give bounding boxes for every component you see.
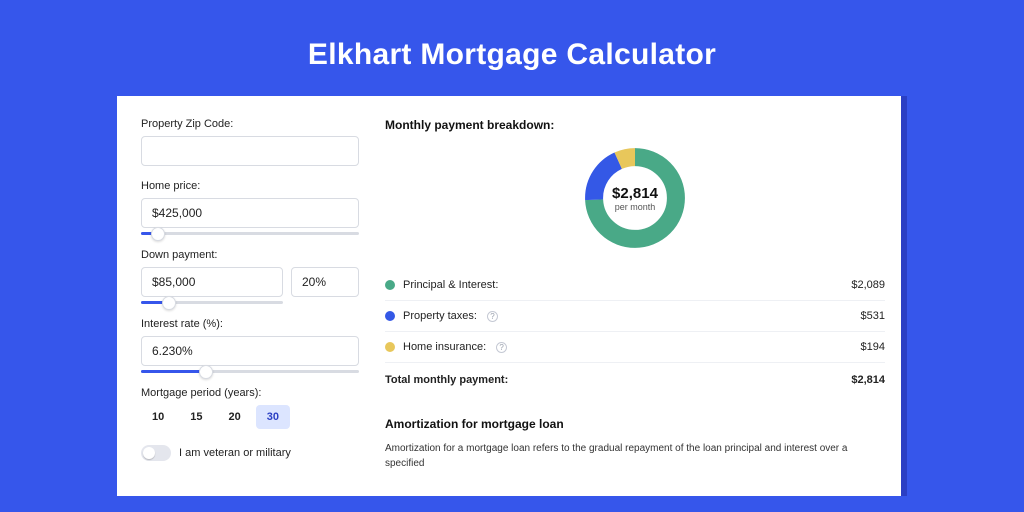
legend-row-taxes: Property taxes: ? $531	[385, 301, 885, 332]
amortization-text: Amortization for a mortgage loan refers …	[385, 441, 885, 471]
legend-label: Home insurance:	[403, 341, 486, 353]
zip-label: Property Zip Code:	[141, 118, 379, 130]
down-payment-amount-input[interactable]: $85,000	[141, 267, 283, 297]
mortgage-period-options: 10 15 20 30	[141, 405, 379, 429]
dot-icon	[385, 342, 395, 352]
zip-field: Property Zip Code:	[141, 118, 379, 166]
legend-row-total: Total monthly payment: $2,814	[385, 363, 885, 395]
interest-rate-field: Interest rate (%): 6.230%	[141, 318, 379, 373]
veteran-toggle-label: I am veteran or military	[179, 447, 291, 459]
home-price-label: Home price:	[141, 180, 379, 192]
info-icon[interactable]: ?	[496, 342, 507, 353]
legend-value: $2,089	[851, 279, 885, 291]
legend-label: Principal & Interest:	[403, 279, 498, 291]
home-price-field: Home price: $425,000	[141, 180, 379, 235]
donut-center-sub: per month	[615, 202, 656, 212]
home-price-input[interactable]: $425,000	[141, 198, 359, 228]
period-option-15[interactable]: 15	[179, 405, 213, 429]
veteran-toggle-knob	[143, 447, 155, 459]
interest-rate-slider-thumb[interactable]	[199, 365, 213, 379]
down-payment-label: Down payment:	[141, 249, 379, 261]
legend-value: $194	[861, 341, 885, 353]
form-panel: Property Zip Code: Home price: $425,000 …	[117, 96, 379, 471]
mortgage-period-label: Mortgage period (years):	[141, 387, 379, 399]
amortization-section: Amortization for mortgage loan Amortizat…	[385, 417, 885, 471]
legend-label: Property taxes:	[403, 310, 477, 322]
interest-rate-input[interactable]: 6.230%	[141, 336, 359, 366]
donut-chart-wrap: $2,814 per month	[385, 144, 885, 252]
dot-icon	[385, 311, 395, 321]
down-payment-field: Down payment: $85,000 20%	[141, 249, 379, 304]
down-payment-slider-thumb[interactable]	[162, 296, 176, 310]
card-shadow	[901, 96, 907, 496]
page-title: Elkhart Mortgage Calculator	[0, 0, 1024, 96]
legend-value: $531	[861, 310, 885, 322]
dot-icon	[385, 280, 395, 290]
period-option-10[interactable]: 10	[141, 405, 175, 429]
info-icon[interactable]: ?	[487, 311, 498, 322]
period-option-30[interactable]: 30	[256, 405, 290, 429]
calculator-card: Property Zip Code: Home price: $425,000 …	[117, 96, 907, 496]
home-price-slider[interactable]	[141, 232, 359, 235]
veteran-toggle[interactable]	[141, 445, 171, 461]
interest-rate-slider[interactable]	[141, 370, 359, 373]
breakdown-panel: Monthly payment breakdown: $2,814 per mo…	[379, 96, 907, 471]
breakdown-title: Monthly payment breakdown:	[385, 118, 885, 132]
down-payment-percent-input[interactable]: 20%	[291, 267, 359, 297]
veteran-toggle-row: I am veteran or military	[141, 445, 379, 461]
period-option-20[interactable]: 20	[218, 405, 252, 429]
interest-rate-label: Interest rate (%):	[141, 318, 379, 330]
mortgage-period-field: Mortgage period (years): 10 15 20 30	[141, 387, 379, 429]
donut-center: $2,814 per month	[581, 144, 689, 252]
zip-input[interactable]	[141, 136, 359, 166]
legend-total-value: $2,814	[851, 374, 885, 386]
interest-rate-slider-fill	[141, 370, 206, 373]
legend-row-insurance: Home insurance: ? $194	[385, 332, 885, 363]
home-price-slider-thumb[interactable]	[151, 227, 165, 241]
legend-row-principal: Principal & Interest: $2,089	[385, 270, 885, 301]
amortization-title: Amortization for mortgage loan	[385, 417, 885, 431]
legend-total-label: Total monthly payment:	[385, 374, 508, 386]
donut-center-amount: $2,814	[612, 185, 658, 202]
down-payment-slider[interactable]	[141, 301, 283, 304]
donut-chart: $2,814 per month	[581, 144, 689, 252]
